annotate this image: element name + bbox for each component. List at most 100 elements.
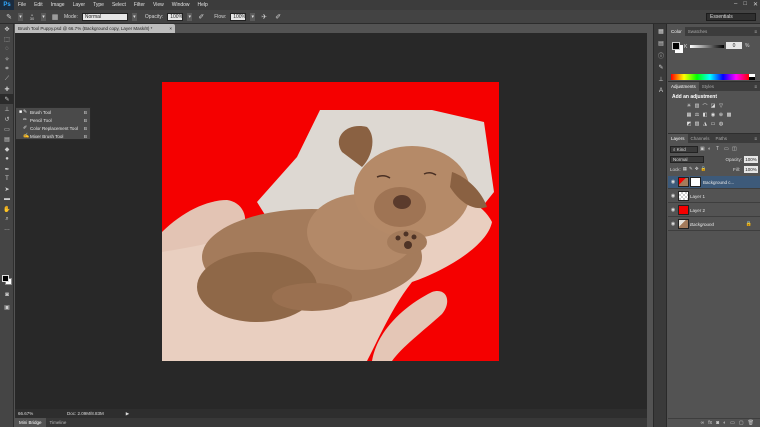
tab-layers[interactable]: Layers [668, 134, 688, 143]
fill-input[interactable]: 100% [744, 165, 758, 173]
k-channel-slider[interactable] [690, 45, 724, 48]
tab-timeline[interactable]: Timeline [46, 418, 71, 427]
history-brush-tool-icon[interactable]: ↺ [0, 114, 14, 124]
visibility-eye-icon[interactable]: ◉ [668, 221, 678, 227]
layer-row-layer-2[interactable]: ◉ Layer 2 [668, 204, 760, 217]
black-white-ramp[interactable] [749, 74, 755, 80]
eyedropper-tool-icon[interactable]: ⟋ [0, 74, 14, 84]
dodge-tool-icon[interactable]: ● [0, 154, 14, 164]
flow-input[interactable]: 100% [230, 12, 247, 21]
new-adjustment-icon[interactable]: ◐ [723, 420, 726, 426]
layer-row-layer-1[interactable]: ◉ Layer 1 [668, 190, 760, 203]
opacity-dropdown-arrow[interactable]: ▾ [187, 12, 193, 21]
layer-opacity-input[interactable]: 100% [744, 155, 758, 163]
menu-view[interactable]: View [149, 2, 168, 8]
delete-layer-icon[interactable]: 🗑 [748, 420, 754, 426]
pen-tool-icon[interactable]: ✒ [0, 164, 14, 174]
more-tools-icon[interactable]: … [0, 224, 14, 234]
exposure-icon[interactable]: ◪ [710, 103, 716, 109]
brush-tool-icon[interactable]: ✎ [0, 94, 14, 104]
invert-icon[interactable]: ◩ [686, 121, 692, 127]
crop-tool-icon[interactable]: ⌗ [0, 64, 14, 74]
panel-menu-icon[interactable]: ≡ [754, 84, 760, 89]
adjustment-filter-icon[interactable]: ◐ [708, 146, 714, 152]
black-white-icon[interactable]: ◧ [702, 112, 708, 118]
layer-style-icon[interactable]: fx [708, 420, 712, 426]
blur-tool-icon[interactable]: ◆ [0, 144, 14, 154]
zoom-level[interactable]: 66.67% [15, 411, 35, 416]
layer-filter-kind-select[interactable]: ⌕ Kind [670, 145, 698, 153]
close-button[interactable]: ✕ [753, 1, 758, 8]
document-tab[interactable]: Brush Tool Puppy.psd @ 66.7% (Background… [15, 24, 175, 33]
eraser-tool-icon[interactable]: ▭ [0, 124, 14, 134]
type-tool-icon[interactable]: T [0, 174, 14, 184]
lock-position-icon[interactable]: ✥ [695, 166, 699, 172]
new-layer-icon[interactable]: ▢ [739, 420, 744, 426]
screen-mode-icon[interactable]: ▣ [0, 302, 14, 312]
brush-panel-icon[interactable]: ✎ [655, 62, 667, 72]
tab-adjustments[interactable]: Adjustments [668, 82, 699, 91]
mode-select[interactable]: Normal [81, 12, 128, 21]
channel-mixer-icon[interactable]: ⊕ [718, 112, 724, 118]
brush-preset-icon[interactable]: ✎ [4, 12, 14, 22]
flyout-brush-tool[interactable]: ■ ✎ Brush Tool B [16, 108, 90, 116]
foreground-color-swatch[interactable] [2, 275, 9, 282]
lock-transparent-icon[interactable]: ▦ [683, 166, 687, 172]
panel-menu-icon[interactable]: ≡ [754, 136, 760, 141]
brush-panel-toggle-icon[interactable]: ▦ [50, 12, 60, 22]
color-spectrum-ramp[interactable] [671, 74, 749, 80]
mode-dropdown-arrow[interactable]: ▾ [131, 12, 137, 21]
gradient-tool-icon[interactable]: ▤ [0, 134, 14, 144]
document-tab-close-icon[interactable]: × [169, 26, 172, 31]
minimize-button[interactable]: – [734, 1, 737, 8]
tab-color[interactable]: Color [668, 27, 685, 36]
image-canvas[interactable] [162, 82, 499, 361]
shape-filter-icon[interactable]: ▭ [724, 146, 730, 152]
layer-row-background-copy[interactable]: ◉ Background c... [668, 176, 760, 189]
hand-tool-icon[interactable]: ✋ [0, 204, 14, 214]
threshold-icon[interactable]: ◮ [702, 121, 708, 127]
tab-channels[interactable]: Channels [688, 134, 713, 143]
posterize-icon[interactable]: ▨ [694, 121, 700, 127]
lock-all-icon[interactable]: 🔒 [701, 166, 707, 172]
marquee-tool-icon[interactable]: ⬚ [0, 34, 14, 44]
menu-type[interactable]: Type [89, 2, 108, 8]
photo-filter-icon[interactable]: ◉ [710, 112, 716, 118]
move-tool-icon[interactable]: ✥ [0, 24, 14, 34]
color-panel-foreground-swatch[interactable] [672, 42, 680, 50]
brush-preset-dropdown[interactable]: ▾ [18, 12, 23, 21]
tab-swatches[interactable]: Swatches [685, 27, 711, 36]
menu-image[interactable]: Image [47, 2, 69, 8]
path-selection-tool-icon[interactable]: ➤ [0, 184, 14, 194]
tab-paths[interactable]: Paths [713, 134, 731, 143]
character-panel-icon[interactable]: A [655, 86, 667, 96]
menu-edit[interactable]: Edit [30, 2, 47, 8]
quick-mask-icon[interactable]: ◙ [0, 290, 14, 300]
menu-window[interactable]: Window [168, 2, 194, 8]
curves-icon[interactable]: ⌒ [702, 103, 708, 110]
gradient-map-icon[interactable]: ▭ [710, 121, 716, 127]
tab-mini-bridge[interactable]: Mini Bridge [15, 418, 46, 427]
brightness-contrast-icon[interactable]: ☀ [686, 103, 692, 109]
clone-source-icon[interactable]: ⊥ [655, 74, 667, 84]
lock-image-icon[interactable]: ✎ [689, 166, 693, 172]
color-lookup-icon[interactable]: ▩ [726, 112, 732, 118]
link-layers-icon[interactable]: ∞ [701, 420, 705, 426]
visibility-eye-icon[interactable]: ◉ [668, 193, 678, 199]
menu-filter[interactable]: Filter [130, 2, 149, 8]
flyout-color-replacement-tool[interactable]: ✐ Color Replacement Tool B [16, 124, 90, 132]
rectangle-tool-icon[interactable]: ▬ [0, 194, 14, 204]
history-panel-icon[interactable]: ▦ [655, 26, 667, 36]
pressure-opacity-icon[interactable]: ✐ [196, 12, 206, 22]
selective-color-icon[interactable]: ◍ [718, 121, 724, 127]
add-mask-icon[interactable]: ◙ [716, 420, 719, 426]
clone-stamp-tool-icon[interactable]: ⊥ [0, 104, 14, 114]
k-channel-value[interactable]: 0 [726, 42, 742, 49]
layer-mask-thumbnail[interactable] [690, 177, 701, 187]
visibility-eye-icon[interactable]: ◉ [668, 179, 678, 185]
info-panel-icon[interactable]: ⓘ [655, 50, 667, 60]
pressure-size-icon[interactable]: ✐ [273, 12, 283, 22]
hue-saturation-icon[interactable]: ▦ [686, 112, 692, 118]
lasso-tool-icon[interactable]: ◌ [0, 44, 14, 54]
brush-picker-dropdown[interactable]: ▾ [41, 12, 46, 21]
